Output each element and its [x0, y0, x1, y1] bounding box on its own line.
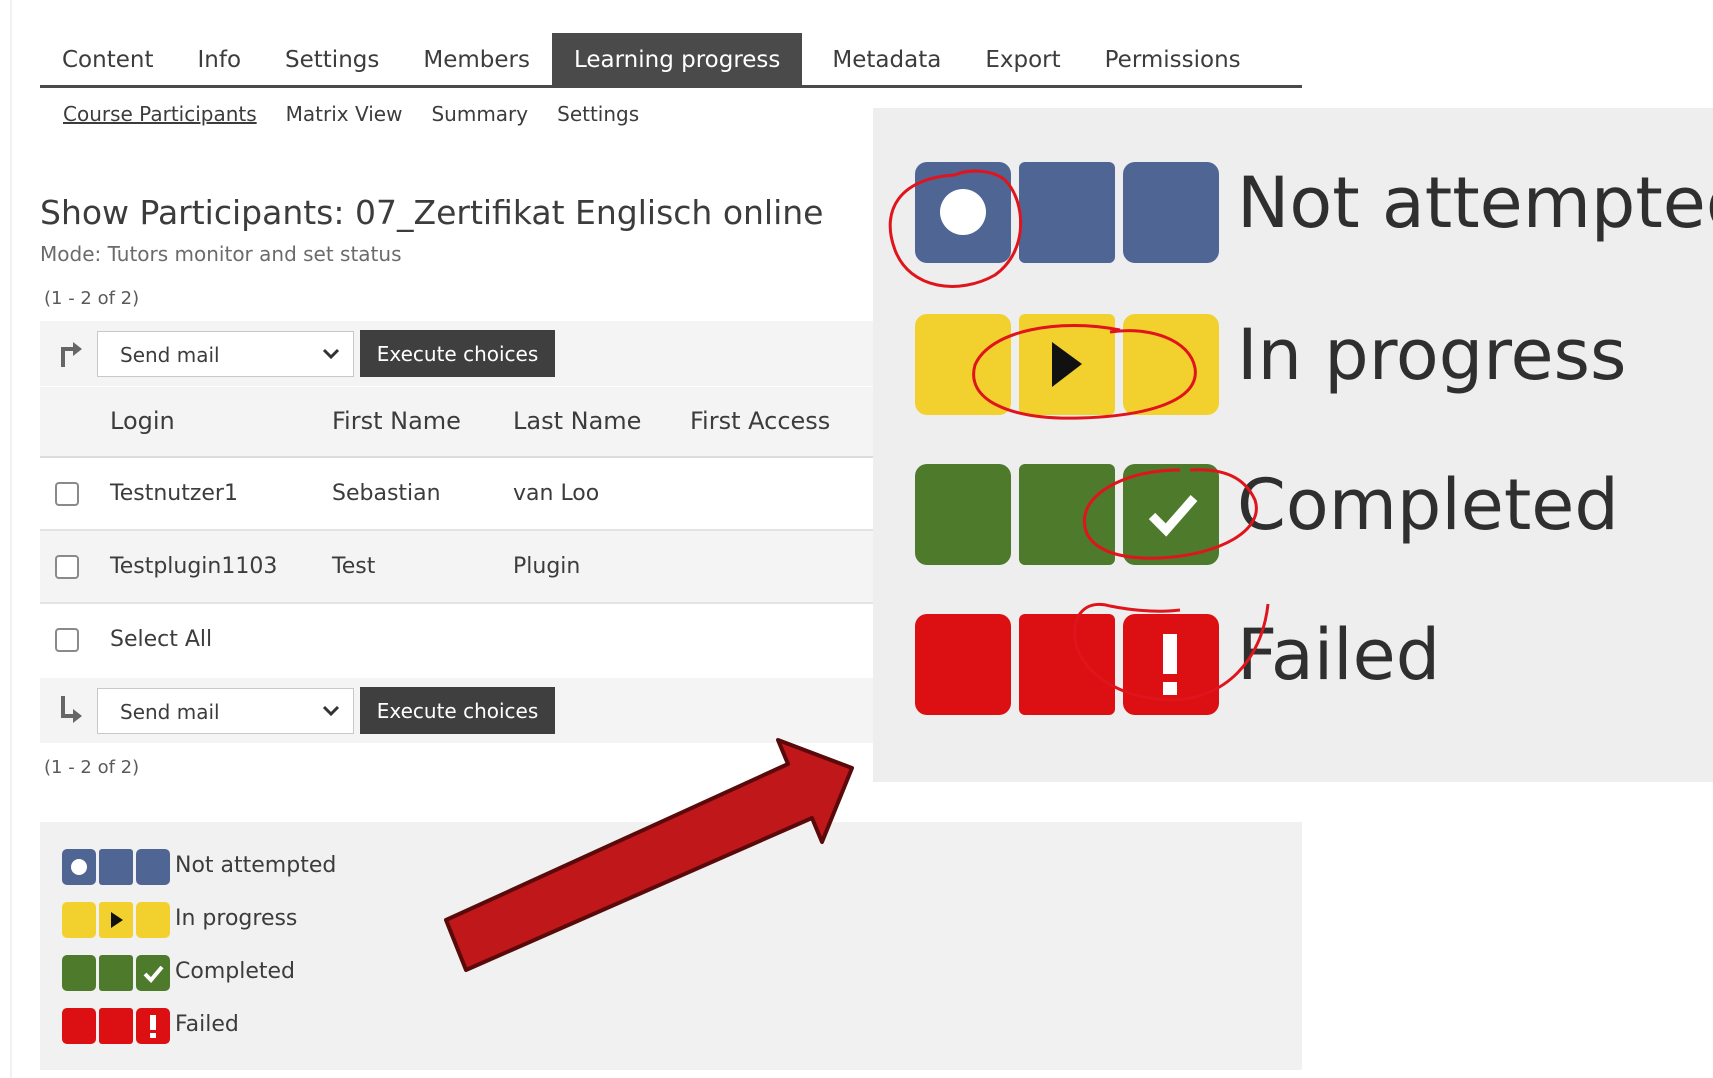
- red-arrow: [444, 738, 854, 972]
